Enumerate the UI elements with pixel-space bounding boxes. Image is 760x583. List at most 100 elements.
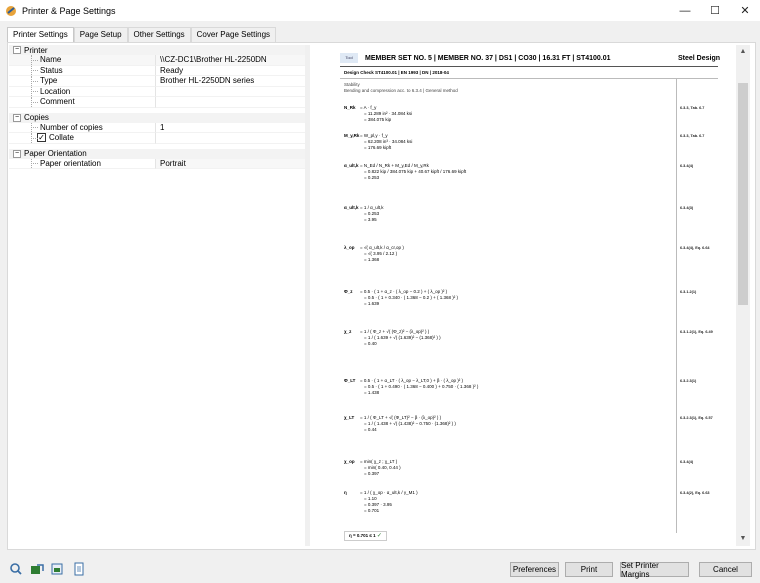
formula-reference: 6.3.4(4) [680,164,694,168]
property-row-comment[interactable]: Comment [9,97,305,108]
collapse-icon[interactable]: − [13,46,21,54]
print-button[interactable]: Print [565,562,613,577]
formula-reference: 6.3.3, Tab. 6.7 [680,106,705,110]
formula-reference: 6.3.2.3(1) [680,379,697,383]
group-paper-orientation[interactable]: − Paper Orientation [9,148,305,159]
formula-block: α_ult,k= 1 / α_ult,k = 0.253 = 3.95 [344,205,384,223]
group-printer[interactable]: − Printer [9,45,305,55]
formula-symbol: η [344,490,347,495]
scroll-up-icon[interactable]: ▲ [736,45,750,59]
collapse-icon[interactable]: − [13,149,21,158]
formula-line: = A · f_y [360,105,377,110]
formula-line: = 1 / α_ult,k [360,205,384,210]
formula-reference: 6.3.2.3(1), Eq. 6.57 [680,416,713,420]
formula-symbol: χ_z [344,329,352,334]
header-rule [340,66,718,67]
set-printer-margins-button[interactable]: Set Printer Margins [620,561,689,579]
formula-reference: 6.3.4(4) [680,460,694,464]
page-header-right: Steel Design [677,54,720,62]
formula-line: = 1.438 [364,390,380,395]
formula-block: α_ult,k= N_Ed / N_Rk + M_y,Ed / M_y,Rk = … [344,163,466,181]
stability-sub-label: Bending and compression acc. to 6.3.4 | … [344,88,458,93]
page-header: Tool MEMBER SET NO. 5 | MEMBER NO. 37 | … [340,53,720,63]
formula-block: χ_LT = 1 / ( Φ_LT + √( (Φ_LT)² − β · (λ_o… [344,415,456,433]
property-value [156,133,305,144]
design-check-label: Design Check ST4100.01 | EN 1993 | DN | … [344,70,449,75]
formula-line: = 0.5 · ( 1 + α_z · ( λ_op − 0.2 ) + ( λ… [360,289,448,294]
print-preview-icon[interactable] [49,561,65,577]
tab-printer-settings[interactable]: Printer Settings [7,27,74,43]
formula-line: = 1.639 [364,301,380,306]
tab-cover-page-settings[interactable]: Cover Page Settings [190,27,277,42]
scroll-thumb[interactable] [738,83,748,305]
group-label: Copies [24,113,49,122]
reference-column-divider [676,78,677,533]
minimize-button[interactable]: — [670,0,700,21]
collapse-icon[interactable]: − [13,113,21,122]
formula-block: M_y,Rk= W_pl,y · f_y = 62.208 in³ · 34.08… [344,133,412,151]
property-row-paper-orientation[interactable]: Paper orientation Portrait [9,158,305,169]
formula-reference: 6.3.3, Tab. 6.7 [680,134,705,138]
formula-block: χ_op = min( χ_z ; χ_LT ) = min( 0.40, 0.44… [344,459,401,477]
preferences-button[interactable]: Preferences [510,562,559,577]
tab-page-setup[interactable]: Page Setup [73,27,128,42]
maximize-button[interactable]: ☐ [700,0,730,21]
preview-scrollbar[interactable]: ▲ ▼ [736,45,750,546]
property-key: Comment [9,97,156,108]
property-value: Brother HL-2250DN series [156,76,305,87]
title-bar: Printer & Page Settings — ☐ ✕ [0,0,760,21]
formula-line: = 0.397 [364,471,380,476]
property-key: Status [9,65,156,76]
cancel-button[interactable]: Cancel [699,562,752,577]
formula-symbol: χ_op [344,459,355,464]
property-key: Location [9,86,156,97]
search-icon[interactable] [8,561,24,577]
formula-line: = N_Ed / N_Rk + M_y,Ed / M_y,Rk [360,163,429,168]
property-row-name[interactable]: Name \\CZ-DC1\Brother HL-2250DN [9,55,305,66]
formula-symbol: α_ult,k [344,163,359,168]
formula-block: η = 1 / ( χ_op · α_ult,k / γ_M1 ) = 1.10 = … [344,490,418,514]
tab-strip: Printer Settings Page Setup Other Settin… [7,27,277,43]
formula-symbol: Φ_z [344,289,353,294]
page-header-title: MEMBER SET NO. 5 | MEMBER NO. 37 | DS1 |… [365,54,611,62]
formula-line: = min( χ_z ; χ_LT ) [360,459,398,464]
tab-other-settings[interactable]: Other Settings [127,27,191,42]
property-row-status[interactable]: Status Ready [9,65,305,76]
property-row-location[interactable]: Location [9,86,305,97]
property-key: Name [9,55,156,66]
group-label: Printer [24,45,48,55]
collate-checkbox-cell[interactable]: ✓ Collate [9,133,156,144]
property-key: Type [9,76,156,87]
property-key: Paper orientation [9,158,156,169]
page-icon[interactable] [71,561,87,577]
formula-line: = 0.5 · ( 1 + α_LT · ( λ_op − λ_LT,0 ) +… [360,378,463,383]
formula-line: = 1.368 [364,257,380,262]
formula-line: = 1 / ( Φ_z + √( (Φ_z)² − (λ_op)² ) ) [360,329,430,334]
formula-reference: 6.3.1.2(1), Eq. 6.49 [680,330,713,334]
property-key: Number of copies [9,122,156,133]
copies-value[interactable]: 1 [156,123,305,133]
footer: Preferences Print Set Printer Margins Ca… [0,556,760,583]
property-row-number-of-copies[interactable]: Number of copies 1 [9,122,305,133]
formula-symbol: Φ_LT [344,378,356,383]
formula-reference: 6.3.1.2(1) [680,290,697,294]
close-button[interactable]: ✕ [730,0,760,21]
property-value [156,97,305,108]
formula-symbol: N_Rk [344,105,356,110]
result-text: η = 0.701 ≤ 1 [349,533,376,538]
export-icon[interactable] [29,561,45,577]
stability-label: Stability [344,82,360,87]
property-row-type[interactable]: Type Brother HL-2250DN series [9,76,305,87]
scroll-down-icon[interactable]: ▼ [736,532,750,546]
formula-reference: 6.3.4(4), Eq. 6.64 [680,246,710,250]
print-preview: Tool MEMBER SET NO. 5 | MEMBER NO. 37 | … [310,45,736,546]
group-copies[interactable]: − Copies [9,112,305,123]
formula-line: = 0.44 [364,427,377,432]
formula-block: Φ_LT = 0.5 · ( 1 + α_LT · ( λ_op − λ_LT,0… [344,378,478,396]
property-row-collate[interactable]: ✓ Collate [9,133,305,144]
collate-checkbox[interactable]: ✓ [37,133,46,143]
formula-reference: 6.3.4(2), Eq. 6.63 [680,491,710,495]
property-value: Ready [156,66,305,76]
formula-block: χ_z = 1 / ( Φ_z + √( (Φ_z)² − (λ_op)² ) )… [344,329,441,347]
orientation-value[interactable]: Portrait [156,158,305,169]
